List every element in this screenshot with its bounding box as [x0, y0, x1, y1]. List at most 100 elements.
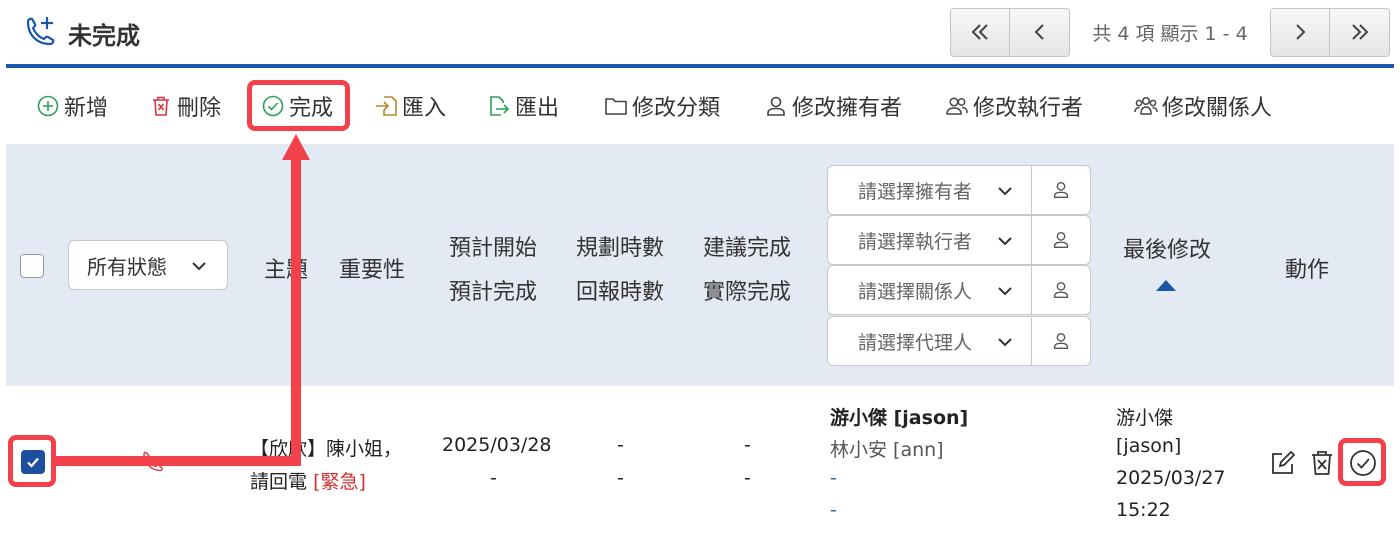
pager-info: 共 4 項 顯示 1 - 4: [1092, 22, 1248, 45]
add-button[interactable]: 新增: [36, 88, 108, 124]
people-icon: [946, 97, 968, 115]
related-placeholder: 請選擇關係人: [858, 280, 973, 303]
export-label: 匯出: [515, 96, 560, 121]
chevron-down-icon: [998, 187, 1012, 196]
urgent-tag: [緊急]: [313, 471, 366, 493]
actions-header: 動作: [1285, 258, 1330, 283]
person-icon: [1053, 231, 1069, 249]
owner-person-button[interactable]: [1031, 165, 1091, 215]
change-related-button[interactable]: 修改關係人: [1134, 88, 1272, 124]
agent-cell: -: [830, 499, 837, 521]
person-icon: [1053, 281, 1069, 299]
agent-person-button[interactable]: [1031, 316, 1091, 366]
planned-finish-cell: -: [490, 467, 497, 489]
agent-picker: 請選擇代理人: [827, 316, 1091, 366]
owner-select[interactable]: 請選擇擁有者: [827, 165, 1032, 215]
edit-icon[interactable]: [1269, 449, 1297, 477]
person-icon: [1053, 181, 1069, 199]
folder-icon: [605, 98, 627, 115]
planned-finish-header[interactable]: 預計完成: [449, 274, 537, 306]
import-icon: [376, 96, 397, 116]
toolbar: 新增 刪除 完成 匯入 匯出 修改分類 修改擁有者 修改執行者 修改關係人: [6, 68, 1394, 144]
prev-page-icon: [1034, 24, 1044, 40]
status-filter-select[interactable]: 所有狀態: [68, 240, 228, 290]
group-icon: [1134, 96, 1158, 115]
related-person-button[interactable]: [1031, 265, 1091, 315]
modified-date: 2025/03/27: [1116, 467, 1226, 489]
executor-picker: 請選擇執行者: [827, 215, 1091, 265]
change-executor-label: 修改執行者: [973, 96, 1084, 121]
modified-by-name: 游小傑: [1116, 407, 1174, 429]
delete-button[interactable]: 刪除: [149, 88, 221, 124]
planned-start-cell: 2025/03/28: [442, 434, 552, 456]
plus-circle-icon: [37, 95, 59, 117]
first-page-button[interactable]: [950, 7, 1010, 57]
planned-hours-cell: -: [617, 434, 624, 456]
highlight-complete-action: [1338, 438, 1386, 486]
annotation-arrow-vertical: [291, 152, 301, 466]
change-category-button[interactable]: 修改分類: [604, 88, 720, 124]
export-button[interactable]: 匯出: [487, 88, 559, 124]
import-button[interactable]: 匯入: [374, 88, 446, 124]
add-label: 新增: [64, 96, 109, 121]
trash-icon: [153, 96, 169, 116]
annotation-arrow-horizontal: [56, 456, 301, 466]
related-picker: 請選擇關係人: [827, 265, 1091, 315]
subject-line2: 請回電 [緊急]: [250, 467, 366, 494]
subject-text[interactable]: 請回電: [250, 471, 307, 493]
export-icon: [490, 96, 510, 116]
related-select[interactable]: 請選擇關係人: [827, 265, 1032, 315]
page-title: 未完成: [68, 22, 140, 50]
last-page-icon: [1351, 24, 1368, 40]
owner-cell: 游小傑 [jason]: [830, 407, 969, 429]
table-header: 所有狀態 主題 重要性 預計開始 預計完成 規劃時數 回報時數 建議完成 實際完…: [6, 144, 1394, 386]
planned-start-header[interactable]: 預計開始: [449, 230, 537, 262]
actual-finish-cell: -: [744, 467, 751, 489]
highlight-row-checkbox: [8, 435, 56, 487]
suggested-finish-cell: -: [744, 434, 751, 456]
phone-add-icon: [26, 17, 55, 46]
pagination: 共 4 項 顯示 1 - 4: [950, 7, 1390, 57]
executor-placeholder: 請選擇執行者: [858, 230, 973, 253]
prev-page-button[interactable]: [1010, 7, 1070, 57]
reported-hours-header[interactable]: 回報時數: [576, 274, 664, 306]
importance-header[interactable]: 重要性: [339, 252, 405, 284]
next-page-button[interactable]: [1270, 7, 1330, 57]
reported-hours-cell: -: [617, 467, 624, 489]
agent-placeholder: 請選擇代理人: [858, 331, 973, 354]
actual-finish-header[interactable]: 實際完成: [703, 274, 791, 306]
change-executor-button[interactable]: 修改執行者: [945, 88, 1083, 124]
chevron-down-icon: [192, 262, 206, 271]
executor-select[interactable]: 請選擇執行者: [827, 215, 1032, 265]
last-modified-header[interactable]: 最後修改: [1123, 232, 1211, 264]
owner-placeholder: 請選擇擁有者: [858, 180, 973, 203]
suggested-finish-header[interactable]: 建議完成: [703, 230, 791, 262]
related-cell: -: [830, 467, 837, 489]
owner-picker: 請選擇擁有者: [827, 165, 1091, 215]
status-filter-value: 所有狀態: [87, 254, 167, 279]
next-page-icon: [1296, 24, 1306, 40]
annotation-arrowhead: [282, 134, 310, 160]
change-owner-button[interactable]: 修改擁有者: [764, 88, 902, 124]
chevron-down-icon: [998, 338, 1012, 347]
modified-by-id: [jason]: [1116, 435, 1182, 457]
sort-ascending-icon[interactable]: [1156, 280, 1176, 291]
chevron-down-icon: [998, 287, 1012, 296]
person-icon: [767, 96, 785, 116]
delete-label: 刪除: [177, 96, 222, 121]
page-header: 未完成 共 4 項 顯示 1 - 4: [0, 0, 1400, 66]
last-page-button[interactable]: [1330, 7, 1390, 57]
change-category-label: 修改分類: [632, 96, 721, 121]
select-all-checkbox[interactable]: [20, 254, 44, 278]
import-label: 匯入: [402, 96, 447, 121]
subject-header[interactable]: 主題: [264, 252, 308, 284]
trash-icon[interactable]: [1308, 449, 1336, 477]
agent-select[interactable]: 請選擇代理人: [827, 316, 1032, 366]
change-owner-label: 修改擁有者: [792, 96, 903, 121]
executor-person-button[interactable]: [1031, 215, 1091, 265]
chevron-down-icon: [998, 237, 1012, 246]
highlight-complete-button: [247, 80, 350, 131]
change-related-label: 修改關係人: [1162, 96, 1273, 121]
person-icon: [1053, 332, 1069, 350]
planned-hours-header[interactable]: 規劃時數: [576, 230, 664, 262]
